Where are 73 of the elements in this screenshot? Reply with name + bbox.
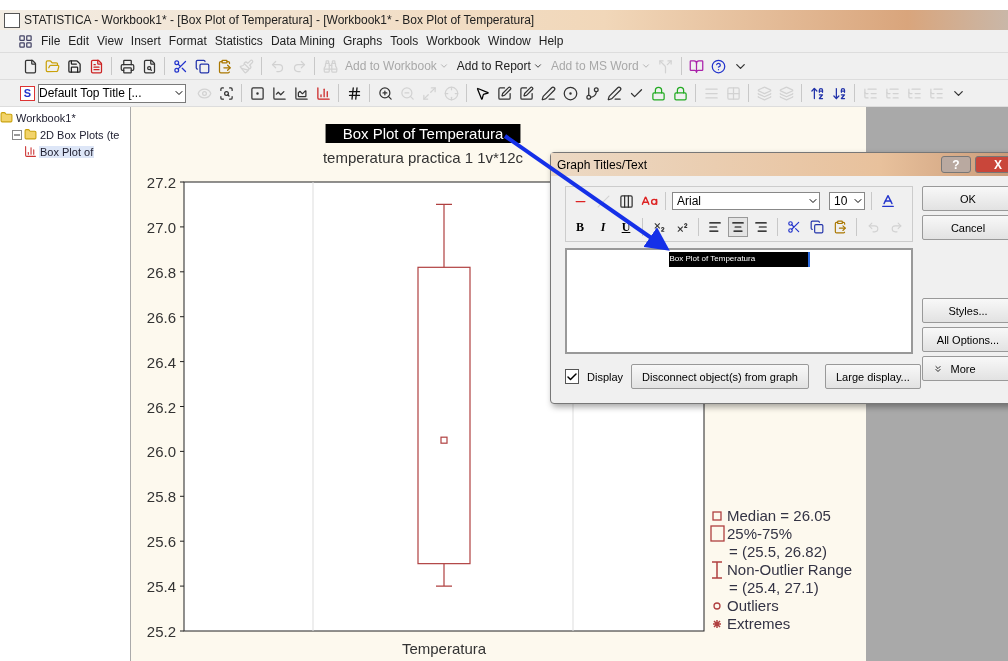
display-label: Display xyxy=(587,370,624,383)
menu-item[interactable]: Edit xyxy=(64,32,94,50)
window-title: STATISTICA - Workbook1* - [Box Plot of Temperatura] - [Workbook1* - Box Plot of Temperatura] xyxy=(24,13,535,27)
minus-icon xyxy=(14,131,20,138)
legend-marker xyxy=(712,619,722,629)
legend-label: = (25.4, 27.1) xyxy=(729,579,819,596)
menu-item[interactable]: Format xyxy=(164,32,211,50)
legend-marker xyxy=(713,602,721,610)
tree-item[interactable]: Workbook1* xyxy=(15,111,77,124)
folder-icon xyxy=(0,111,13,124)
chart-title[interactable]: Box Plot of Temperatura xyxy=(325,124,521,143)
legend-label: Non-Outlier Range xyxy=(727,561,853,578)
axis-tick-label: 26.6 xyxy=(146,308,176,326)
menu-item[interactable]: Statistics xyxy=(210,32,267,50)
axis-tick-label: 25.2 xyxy=(146,623,176,640)
tree-item[interactable]: 2D Box Plots (te xyxy=(39,128,121,141)
disconnect-button[interactable]: Disconnect object(s) from graph xyxy=(631,364,809,389)
menu-item[interactable]: Window xyxy=(484,32,535,50)
legend-label: Outliers xyxy=(727,597,779,614)
toolbar-menu-button[interactable]: Add to Report xyxy=(453,59,546,73)
menu-item[interactable]: Graphs xyxy=(338,32,387,50)
axis-tick-label: 27.2 xyxy=(146,174,176,191)
legend-label: Extremes xyxy=(727,615,791,632)
axis-category-label: Temperatura xyxy=(401,640,487,657)
dialog-button[interactable]: OK xyxy=(922,186,1008,211)
legend-marker xyxy=(711,561,723,579)
legend-label: 25%-75% xyxy=(727,525,793,542)
size-select[interactable]: 10 xyxy=(829,192,865,210)
axis-tick-label: 25.6 xyxy=(146,533,176,551)
app-icon xyxy=(4,12,20,28)
dialog-button[interactable]: Styles... xyxy=(922,298,1008,323)
axis-tick-label: 26.0 xyxy=(146,443,176,461)
axis-tick-label: 26.8 xyxy=(146,263,176,281)
selected-text: Box Plot of Temperatura xyxy=(668,252,810,267)
legend-marker xyxy=(712,511,722,521)
font-select[interactable]: Arial xyxy=(672,192,820,210)
axis-tick-label: 25.4 xyxy=(146,578,176,596)
tree-toggle[interactable] xyxy=(12,129,22,140)
menu-item[interactable]: View xyxy=(93,32,127,50)
title-select[interactable]: Default Top Title [... xyxy=(38,83,186,103)
chart-icon xyxy=(24,145,37,158)
style-badge: S xyxy=(20,85,35,101)
legend-marker xyxy=(710,525,725,542)
dialog-button[interactable]: All Options... xyxy=(922,327,1008,352)
folder-icon xyxy=(24,128,37,141)
display-checkbox[interactable] xyxy=(565,369,579,384)
axis-tick-label: 27.0 xyxy=(146,218,176,236)
legend-label: = (25.5, 26.82) xyxy=(729,543,827,560)
axis-tick-label: 26.4 xyxy=(146,353,176,371)
menu-item[interactable]: Tools xyxy=(386,32,423,50)
text-field[interactable]: Box Plot of Temperatura xyxy=(565,248,913,354)
chevron-down-icon xyxy=(640,61,651,71)
chevron-down-icon xyxy=(438,61,449,71)
align-center-icon[interactable] xyxy=(728,217,748,237)
dialog-button[interactable]: Cancel xyxy=(922,215,1008,240)
format-button[interactable]: B xyxy=(570,217,590,237)
tree-item[interactable]: Box Plot of xyxy=(39,145,95,158)
chart-subtitle: temperatura practica 1 1v*12c xyxy=(322,149,524,166)
menu-item[interactable]: Insert xyxy=(126,32,165,50)
menu-item[interactable]: Workbook xyxy=(422,32,485,50)
menu-item[interactable]: File xyxy=(37,32,65,50)
menu-item[interactable]: Help xyxy=(534,32,568,50)
chevron-down-icon xyxy=(532,61,543,71)
dialog-title: Graph Titles/Text xyxy=(557,157,649,172)
large-display-button[interactable]: Large display... xyxy=(825,364,921,389)
axis-tick-label: 25.8 xyxy=(146,488,176,506)
legend-label: Median = 26.05 xyxy=(727,507,831,524)
close-button[interactable]: X xyxy=(975,156,1008,173)
dialog-button[interactable]: More xyxy=(922,356,1008,381)
chevron-icon xyxy=(933,363,943,374)
format-button[interactable]: I xyxy=(593,217,613,237)
axis-tick-label: 26.2 xyxy=(146,398,176,416)
menu-item[interactable]: Data Mining xyxy=(266,32,339,50)
